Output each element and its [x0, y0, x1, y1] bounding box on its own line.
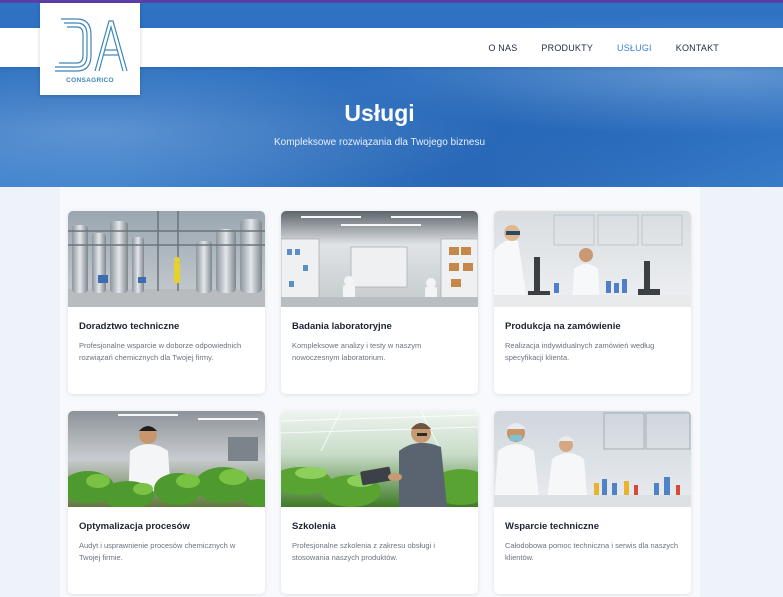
lab-scientists-photo	[494, 411, 691, 507]
plant-research-photo	[68, 411, 265, 507]
service-description: Realizacja indywidualnych zamówień wedłu…	[505, 341, 655, 362]
service-description: Całodobowa pomoc techniczna i serwis dla…	[505, 541, 679, 562]
page-subtitle: Kompleksowe rozwiązania dla Twojego bizn…	[273, 137, 486, 148]
service-card[interactable]: Badania laboratoryjne Kompleksowe analiz…	[281, 211, 478, 394]
service-title: Badania laboratoryjne	[292, 321, 392, 332]
logo-mark-icon	[55, 17, 128, 72]
service-title: Wsparcie techniczne	[505, 521, 599, 532]
service-card[interactable]: Wsparcie techniczne Całodobowa pomoc tec…	[494, 411, 691, 594]
service-card[interactable]: Szkolenia Profesjonalne szkolenia z zakr…	[281, 411, 478, 594]
service-title: Doradztwo techniczne	[79, 321, 180, 332]
service-description: Profesjonalne wsparcie w doborze odpowie…	[79, 341, 242, 362]
industrial-plant-photo	[68, 211, 265, 307]
service-card[interactable]: Optymalizacja procesów Audyt i usprawnie…	[68, 411, 265, 594]
greenhouse-tablet-photo	[281, 411, 478, 507]
service-title: Optymalizacja procesów	[79, 521, 190, 532]
service-title: Szkolenia	[292, 521, 336, 532]
nav-link-kontakt[interactable]: KONTAKT	[676, 43, 719, 53]
service-card[interactable]: Doradztwo techniczne Profesjonalne wspar…	[68, 211, 265, 394]
services-grid: Doradztwo techniczne Profesjonalne wspar…	[68, 211, 691, 594]
service-card[interactable]: Produkcja na zamówienie Realizacja indyw…	[494, 211, 691, 394]
main-menu: O NAS PRODUKTY USŁUGI KONTAKT	[488, 28, 719, 67]
logo[interactable]: CONSAGRICO	[40, 3, 140, 95]
nav-link-o-nas[interactable]: O NAS	[488, 43, 517, 53]
service-description: Kompleksowe analizy i testy w naszym now…	[292, 341, 422, 362]
service-description: Profesjonalne szkolenia z zakresu obsług…	[292, 541, 435, 562]
service-title: Produkcja na zamówienie	[505, 321, 621, 332]
microscope-lab-photo	[494, 211, 691, 307]
laboratory-photo	[281, 211, 478, 307]
service-description: Audyt i usprawnienie procesów chemicznyc…	[79, 541, 236, 562]
page-title: Usługi	[344, 100, 415, 126]
nav-link-produkty[interactable]: PRODUKTY	[541, 43, 593, 53]
nav-link-uslugi[interactable]: USŁUGI	[617, 43, 652, 53]
page: Usługi Kompleksowe rozwiązania dla Twoje…	[0, 0, 783, 597]
logo-wordmark: CONSAGRICO	[66, 76, 114, 84]
